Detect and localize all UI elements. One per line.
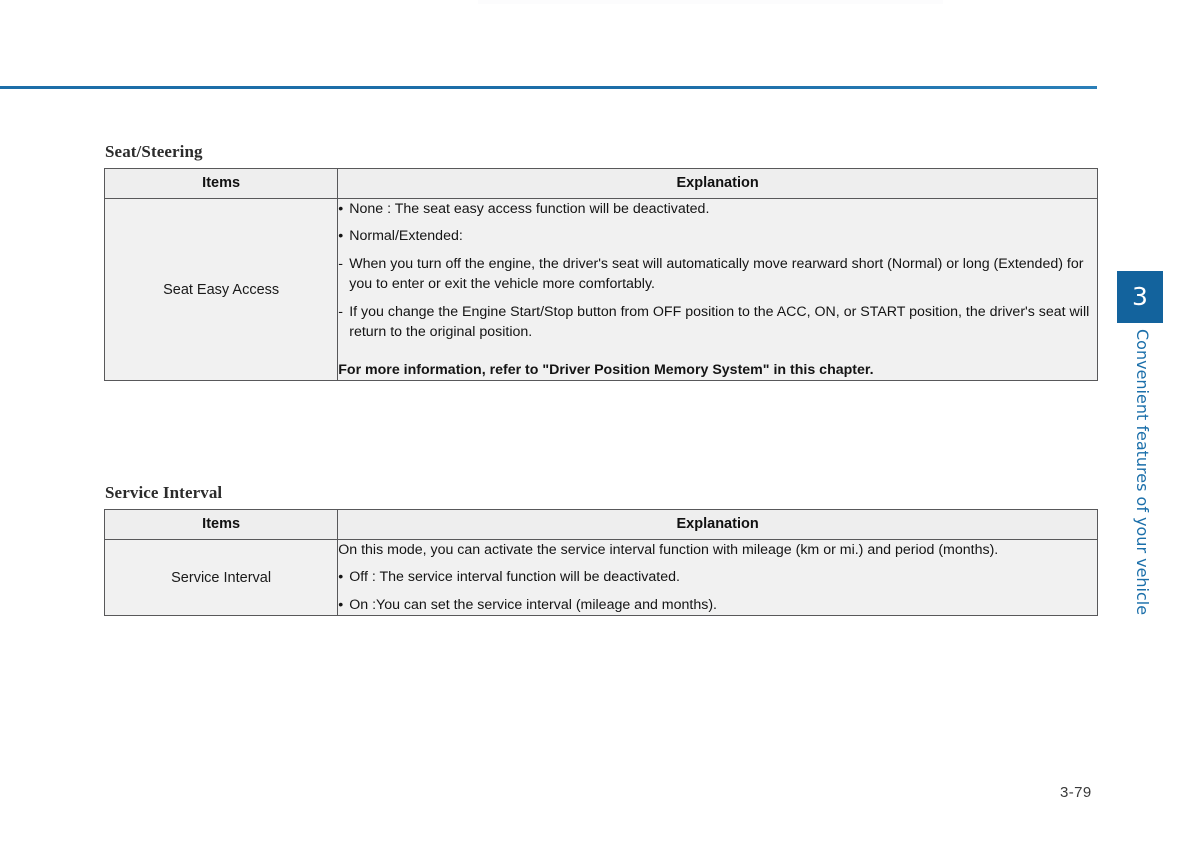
table-service-interval: Items Explanation Service Interval On th…	[103, 509, 1098, 617]
explanation-bullet-none: None : The seat easy access function wil…	[338, 199, 1097, 220]
table-header-row: Items Explanation	[103, 168, 1098, 199]
explanation-bullet-normal-extended: Normal/Extended:	[338, 226, 1097, 247]
chapter-title-vertical: Convenient features of your vehicle	[1133, 329, 1152, 616]
column-header-items: Items	[103, 509, 339, 540]
explanation-dash-start-stop-button: If you change the Engine Start/Stop butt…	[338, 302, 1097, 343]
table-row: Seat Easy Access None : The seat easy ac…	[103, 197, 1098, 382]
column-header-explanation: Explanation	[337, 509, 1098, 540]
header-divider-rule	[0, 86, 1097, 89]
section-heading-seat-steering: Seat/Steering	[105, 142, 203, 161]
page-top-scan-artifact	[478, 0, 943, 4]
column-header-explanation: Explanation	[337, 168, 1098, 199]
section-heading-service-interval: Service Interval	[105, 483, 223, 502]
column-header-items: Items	[103, 168, 339, 199]
explanation-note-more-information: For more information, refer to "Driver P…	[338, 361, 874, 378]
chapter-number: 3	[1132, 282, 1148, 311]
table-seat-steering: Items Explanation Seat Easy Access None …	[103, 168, 1098, 382]
explanation-dash-engine-off: When you turn off the engine, the driver…	[338, 254, 1097, 295]
cell-item-name: Seat Easy Access	[103, 197, 339, 382]
explanation-paragraph-mode-description: On this mode, you can activate the servi…	[338, 542, 999, 558]
chapter-tab-marker: 3	[1117, 271, 1163, 323]
explanation-bullet-off: Off : The service interval function will…	[338, 567, 1097, 588]
page-number: 3-79	[1060, 784, 1092, 801]
cell-explanation: None : The seat easy access function wil…	[337, 197, 1098, 382]
table-row: Service Interval On this mode, you can a…	[103, 538, 1098, 617]
explanation-bullet-on: On :You can set the service interval (mi…	[338, 595, 1097, 616]
cell-explanation: On this mode, you can activate the servi…	[337, 538, 1098, 617]
table-header-row: Items Explanation	[103, 509, 1098, 540]
cell-item-name: Service Interval	[103, 538, 339, 617]
